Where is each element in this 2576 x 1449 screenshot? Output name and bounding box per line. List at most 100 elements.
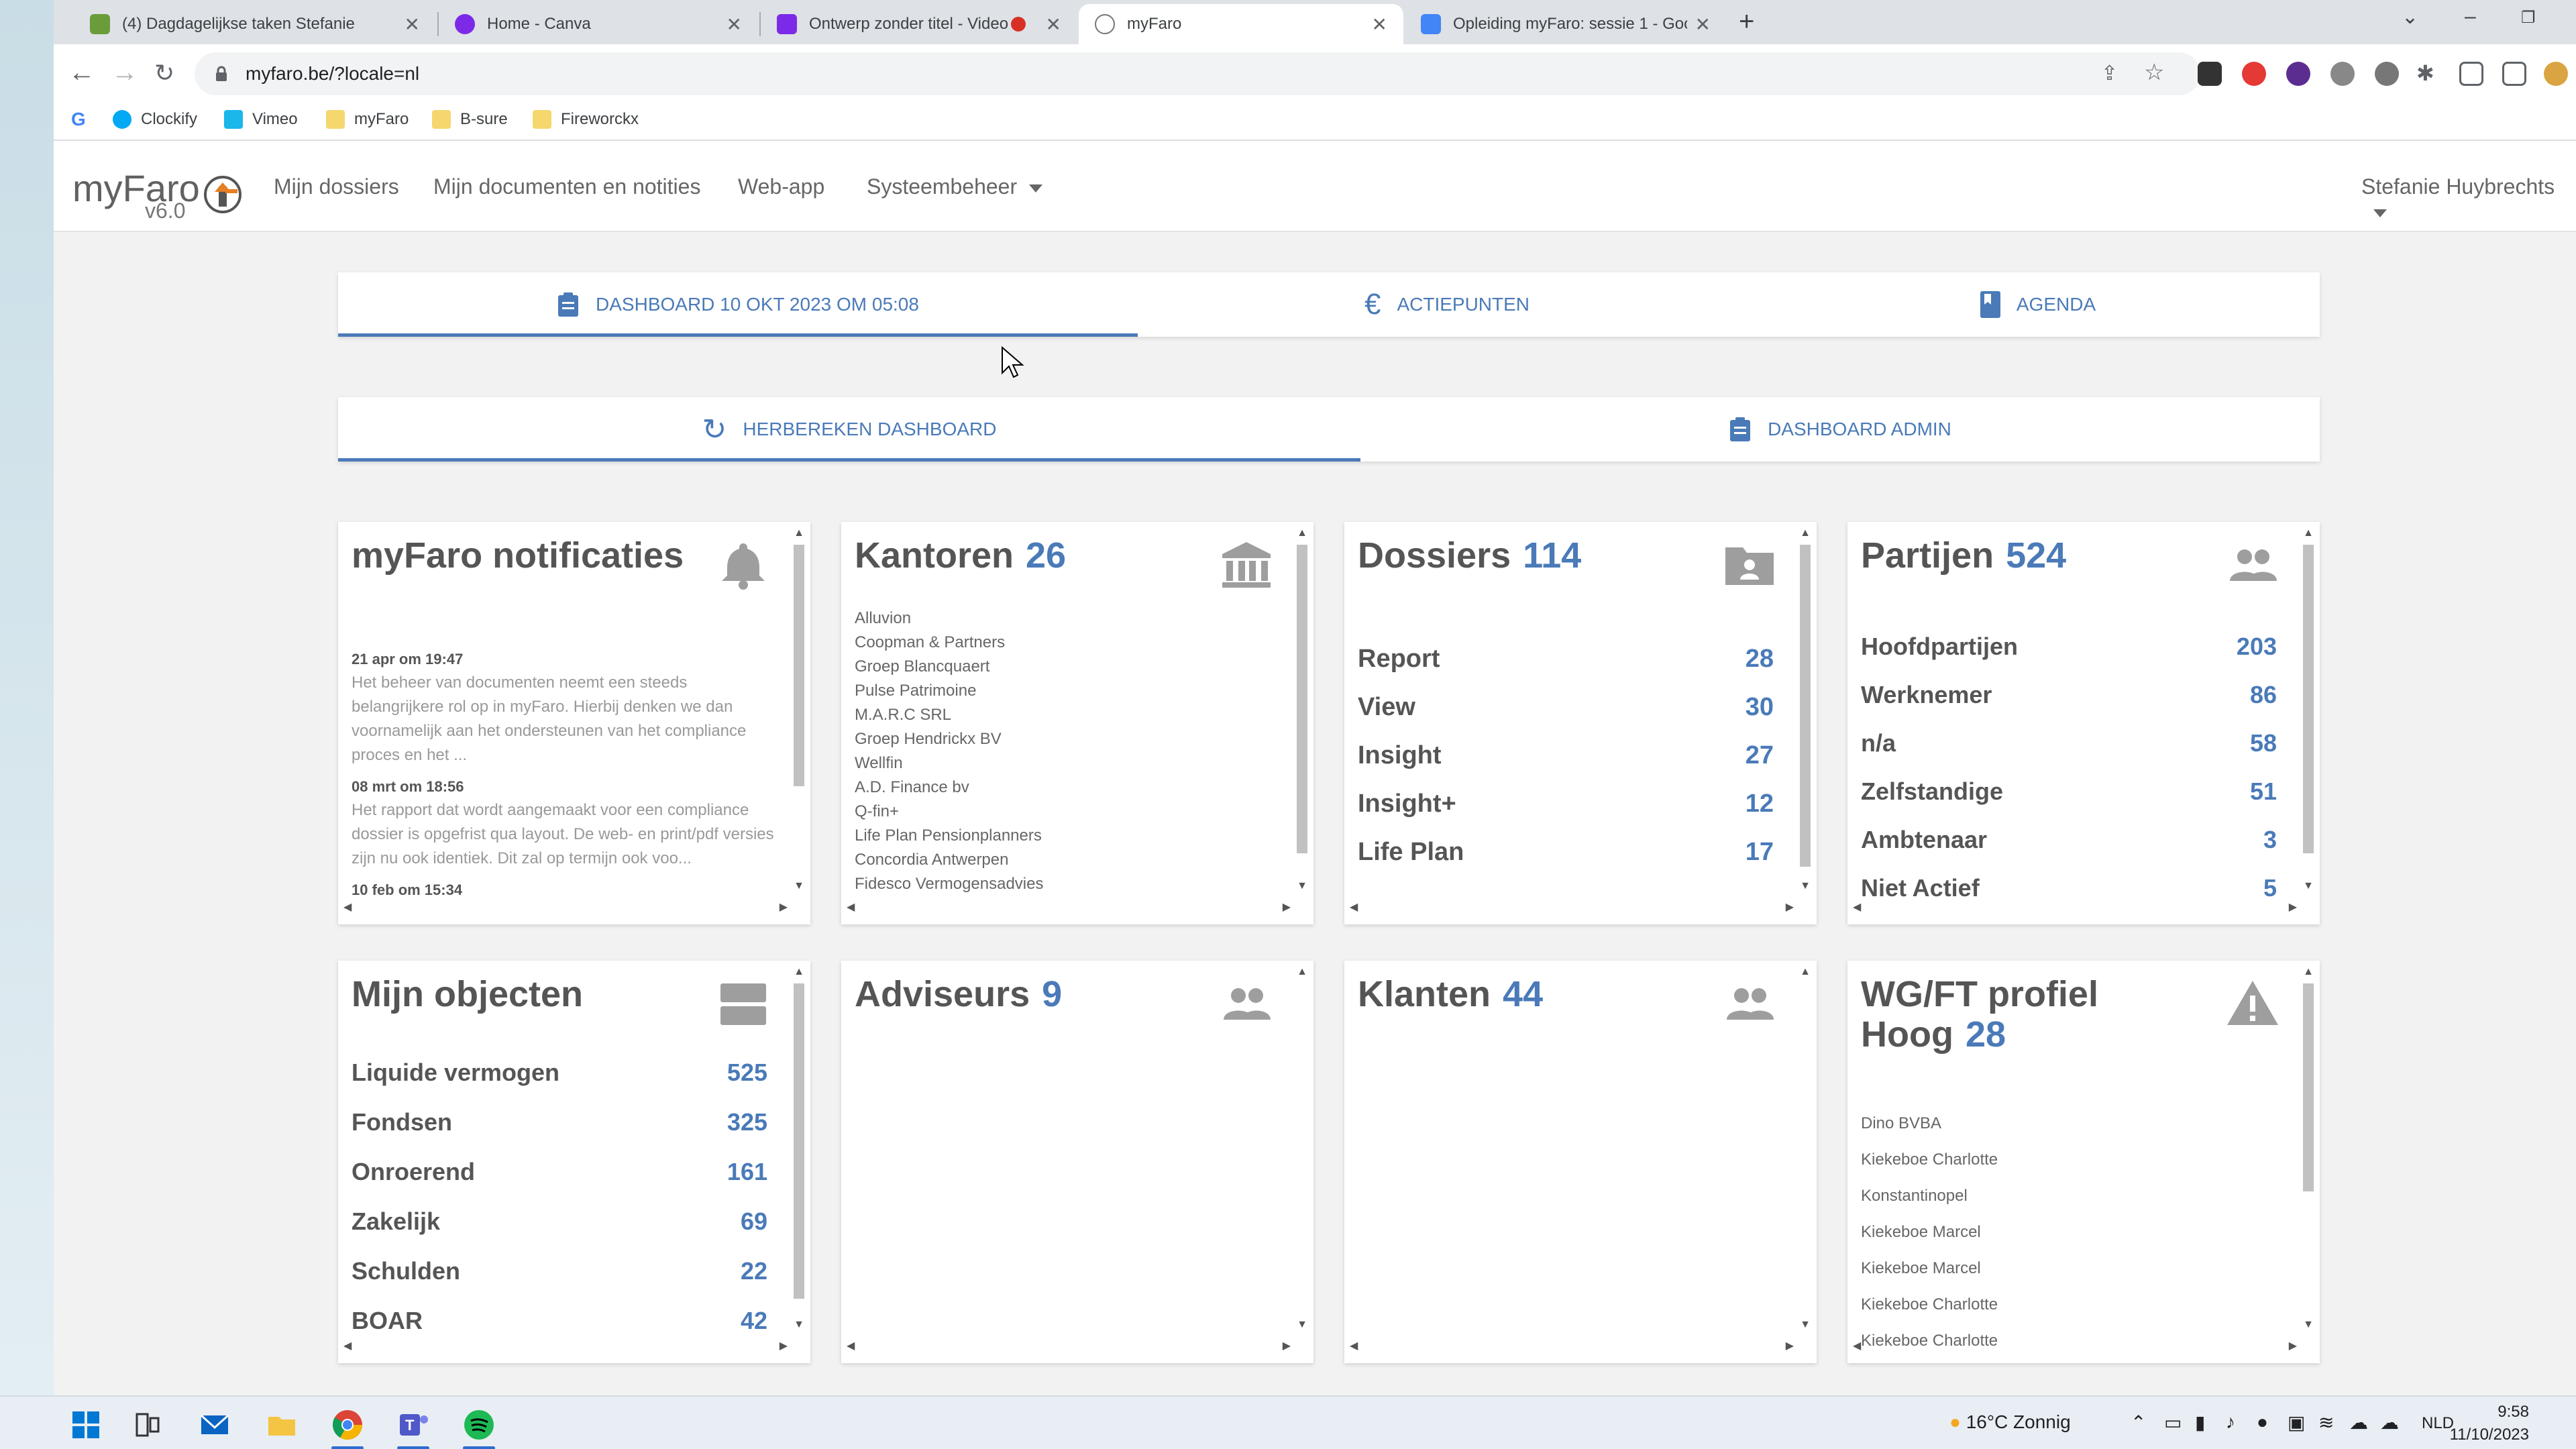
horizontal-scrollbar[interactable]: ◀ ▶ (847, 1339, 1291, 1358)
extension-translate-icon[interactable] (2198, 62, 2222, 86)
object-row[interactable]: Liquide vermogen 525 (352, 1048, 767, 1097)
volume-icon[interactable]: ♪ (2226, 1411, 2235, 1433)
vertical-scrollbar[interactable]: ▲ ▼ (792, 966, 806, 1331)
list-item[interactable]: Alluvion (855, 606, 1271, 631)
bookmark-vimeo[interactable]: Vimeo (224, 110, 298, 129)
list-item[interactable]: Coopman & Partners (855, 631, 1271, 655)
close-tab-icon[interactable]: ✕ (727, 13, 742, 36)
bookmark-clockify[interactable]: Clockify (113, 110, 197, 129)
list-item[interactable]: Life Plan Pensionplanners (855, 824, 1271, 848)
browser-tab-google-docs[interactable]: Opleiding myFaro: sessie 1 - Google ✕ (1405, 4, 1727, 44)
list-item[interactable]: Kiekeboe Charlotte (1861, 1142, 2277, 1178)
list-item[interactable]: A.D. Finance bv (855, 775, 1271, 800)
list-item[interactable]: Konstantinopel (1861, 1178, 2277, 1214)
dossier-row-view[interactable]: View 30 (1358, 683, 1774, 731)
tab-dashboard-admin[interactable]: DASHBOARD ADMIN (1360, 397, 2320, 462)
list-item[interactable]: Kiekeboe Marcel (1861, 1250, 2277, 1287)
teams-icon[interactable]: T (397, 1409, 429, 1441)
list-item[interactable]: Dino BVBA (1861, 1106, 2277, 1142)
battery-icon[interactable]: ▮ (2195, 1411, 2205, 1434)
list-item[interactable]: Q-fin+ (855, 800, 1271, 824)
horizontal-scrollbar[interactable]: ◀ ▶ (1853, 900, 2297, 919)
list-item[interactable]: Kiekeboe Marcel (1861, 1214, 2277, 1250)
tab-dashboard[interactable]: DASHBOARD 10 OKT 2023 OM 05:08 (338, 272, 1138, 337)
windows-start-icon[interactable] (70, 1409, 102, 1441)
object-row[interactable]: Schulden 22 (352, 1246, 767, 1296)
vertical-scrollbar[interactable]: ▲ ▼ (1295, 527, 1309, 892)
bookmark-fireworckx[interactable]: Fireworckx (533, 110, 639, 129)
list-item[interactable]: Wellfin (855, 751, 1271, 775)
extension-grey-icon[interactable] (2375, 62, 2399, 86)
close-tab-icon[interactable]: ✕ (1372, 13, 1387, 36)
chrome-icon[interactable] (331, 1409, 364, 1441)
side-panel-icon[interactable] (2502, 62, 2526, 86)
bookmark-b-sure[interactable]: B-sure (432, 110, 508, 129)
list-item[interactable]: Pulse Patrimoine (855, 679, 1271, 703)
close-tab-icon[interactable]: ✕ (405, 13, 420, 36)
myfaro-logo[interactable]: myFaro v6.0 (72, 166, 200, 223)
notification-item[interactable]: 10 feb om 15:34 (352, 881, 780, 899)
list-item[interactable]: Kiekeboe Charlotte (1861, 1287, 2277, 1323)
task-view-icon[interactable] (131, 1409, 164, 1441)
object-row[interactable]: Zakelijk 69 (352, 1197, 767, 1246)
browser-tab-canva-home[interactable]: Home - Canva ✕ (439, 4, 758, 44)
object-row[interactable]: Fondsen 325 (352, 1097, 767, 1147)
display-icon[interactable]: ▣ (2288, 1411, 2305, 1434)
object-row[interactable]: BOAR 42 (352, 1296, 767, 1346)
address-bar[interactable]: myfaro.be/?locale=nl (195, 52, 2200, 95)
browser-tab-canva-video[interactable]: Ontwerp zonder titel - Video ✕ (761, 4, 1077, 44)
profile-avatar[interactable] (2544, 62, 2568, 86)
vertical-scrollbar[interactable]: ▲ ▼ (2301, 527, 2316, 892)
tray-device-icon[interactable]: ▭ (2164, 1411, 2182, 1434)
onedrive-icon[interactable]: ☁ (2349, 1411, 2368, 1434)
tab-agenda[interactable]: AGENDA (1756, 272, 2320, 337)
cast-icon[interactable] (2459, 62, 2483, 86)
partij-row[interactable]: n/a 58 (1861, 719, 2277, 767)
partij-row[interactable]: Ambtenaar 3 (1861, 816, 2277, 864)
user-menu[interactable]: Stefanie Huybrechts (2361, 174, 2576, 224)
horizontal-scrollbar[interactable]: ◀ ▶ (847, 900, 1291, 919)
vertical-scrollbar[interactable]: ▲ ▼ (1295, 966, 1309, 1331)
horizontal-scrollbar[interactable]: ◀ ▶ (343, 900, 788, 919)
horizontal-scrollbar[interactable]: ◀ ▶ (1350, 1339, 1794, 1358)
file-explorer-icon[interactable] (266, 1409, 298, 1441)
nav-web-app[interactable]: Web-app (738, 174, 824, 199)
cloud-icon[interactable]: ☁ (2380, 1411, 2399, 1434)
minimize-button[interactable]: – (2465, 5, 2476, 28)
weather-widget[interactable]: ● 16°C Zonnig (1949, 1411, 2071, 1433)
list-item[interactable]: Groep Hendrickx BV (855, 727, 1271, 751)
list-item[interactable]: Fidesco Vermogensadvies (855, 872, 1271, 896)
notification-item[interactable]: 21 apr om 19:47 Het beheer van documente… (352, 651, 780, 767)
bookmark-myfaro[interactable]: myFaro (326, 110, 409, 129)
adblock-icon[interactable] (2242, 62, 2266, 86)
horizontal-scrollbar[interactable]: ◀ ▶ (1853, 1339, 2297, 1358)
extensions-puzzle-icon[interactable]: ✱ (2416, 60, 2434, 86)
object-row[interactable]: Onroerend 161 (352, 1147, 767, 1197)
browser-tab-clickup[interactable]: (4) Dagdagelijkse taken Stefanie ✕ (74, 4, 436, 44)
close-tab-icon[interactable]: ✕ (1695, 13, 1711, 36)
spotify-icon[interactable] (463, 1409, 495, 1441)
list-item[interactable]: Concordia Antwerpen (855, 848, 1271, 872)
dossier-row-insight[interactable]: Insight 27 (1358, 731, 1774, 780)
extension-myfaro-icon[interactable] (2330, 62, 2355, 86)
dossier-row-life-plan[interactable]: Life Plan 17 (1358, 828, 1774, 876)
partij-row[interactable]: Werknemer 86 (1861, 671, 2277, 719)
vertical-scrollbar[interactable]: ▲ ▼ (1798, 527, 1813, 892)
list-item[interactable]: Groep Blancquaert (855, 655, 1271, 679)
tab-actiepunten[interactable]: € ACTIEPUNTEN (1138, 272, 1756, 337)
nav-mijn-documenten[interactable]: Mijn documenten en notities (433, 174, 700, 199)
back-icon[interactable]: ← (68, 58, 95, 88)
vertical-scrollbar[interactable]: ▲ ▼ (792, 527, 806, 892)
bookmark-google[interactable]: G (71, 110, 99, 129)
share-icon[interactable]: ⇪ (2101, 62, 2118, 85)
nav-systeembeheer[interactable]: Systeembeheer (867, 174, 1043, 199)
dossier-row-report[interactable]: Report 28 (1358, 635, 1774, 683)
bookmark-star-icon[interactable]: ☆ (2144, 59, 2164, 86)
reload-icon[interactable]: ↻ (154, 59, 174, 87)
nav-mijn-dossiers[interactable]: Mijn dossiers (274, 174, 399, 199)
notification-item[interactable]: 08 mrt om 18:56 Het rapport dat wordt aa… (352, 778, 780, 871)
partij-row[interactable]: Zelfstandige 51 (1861, 767, 2277, 816)
mail-icon[interactable] (199, 1409, 231, 1441)
browser-tab-myfaro[interactable]: myFaro ✕ (1079, 4, 1403, 44)
wifi-icon[interactable]: ≋ (2318, 1411, 2334, 1434)
